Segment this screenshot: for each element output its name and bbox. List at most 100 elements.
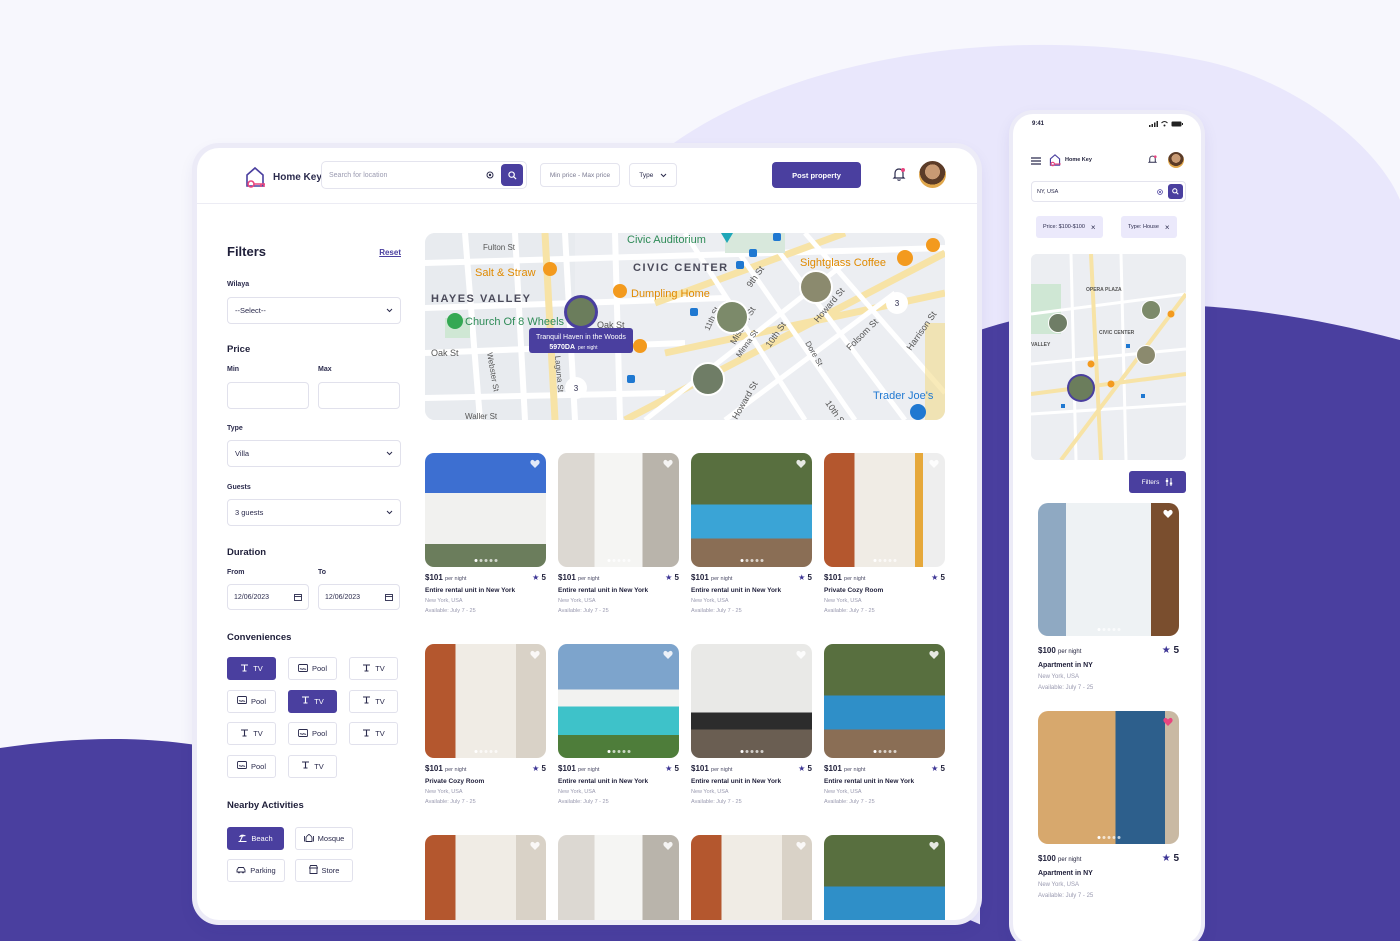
listing-card[interactable]: $101 per night ★ 5 Entire rental unit in N… [425, 453, 546, 614]
type-select[interactable]: Villa [227, 440, 401, 467]
listing-card[interactable]: $101 per night ★ 5 Entire rental unit in N… [558, 644, 679, 805]
listing-card[interactable]: $101 per night ★ 5 Private Cozy Room New Yo… [425, 644, 546, 805]
heart-icon[interactable] [663, 459, 673, 469]
listing-title[interactable]: Entire rental unit in New York [691, 587, 812, 594]
notification-bell-icon[interactable] [1147, 154, 1158, 165]
convenience-chip-tv[interactable]: TV [288, 689, 337, 713]
listing-title[interactable]: Private Cozy Room [425, 778, 546, 785]
listing-photo[interactable] [425, 644, 546, 758]
heart-icon[interactable] [1163, 717, 1173, 727]
listing-card[interactable]: $101 per night ★ 5 Entire rental unit in N… [691, 453, 812, 614]
listing-card[interactable] [824, 835, 945, 920]
listing-title[interactable]: Entire rental unit in New York [558, 587, 679, 594]
activity-chip-mosque[interactable]: Mosque [295, 827, 353, 850]
close-icon[interactable]: × [1091, 223, 1096, 232]
mobile-filters-button[interactable]: Filters [1129, 471, 1186, 493]
max-price-input[interactable] [318, 382, 400, 409]
convenience-chip-tv[interactable]: TV [349, 689, 398, 713]
convenience-chip-tv[interactable]: TV [288, 754, 337, 778]
map-pin-store-icon[interactable] [910, 404, 926, 420]
listing-photo[interactable] [558, 644, 679, 758]
convenience-chip-tv[interactable]: TV [349, 657, 398, 680]
search-button[interactable] [501, 164, 523, 186]
listing-photo[interactable] [824, 453, 945, 567]
user-avatar[interactable] [919, 161, 946, 188]
listing-photo[interactable] [558, 835, 679, 920]
listing-card[interactable]: $101 per night ★ 5 Entire rental unit in N… [691, 644, 812, 805]
activity-chip-store[interactable]: Store [295, 859, 353, 882]
convenience-chip-pool[interactable]: Pool [227, 754, 276, 778]
map-pin-church-icon[interactable] [447, 313, 463, 329]
price-filter-tag[interactable]: Price: $100-$100 × [1036, 216, 1103, 238]
listing-photo[interactable] [691, 644, 812, 758]
listing-card[interactable]: $101 per night ★ 5 Entire rental unit in N… [558, 453, 679, 614]
convenience-chip-pool[interactable]: Pool [288, 722, 337, 745]
listing-photo[interactable] [824, 644, 945, 758]
mobile-listing-title[interactable]: Apartment in NY [1038, 662, 1179, 669]
heart-icon[interactable] [929, 841, 939, 851]
wilaya-select[interactable]: --Select-- [227, 297, 401, 324]
listing-photo[interactable] [425, 453, 546, 567]
photo-carousel-dots[interactable] [607, 559, 630, 562]
convenience-chip-tv[interactable]: TV [349, 722, 398, 745]
mobile-user-avatar[interactable] [1168, 152, 1184, 168]
photo-carousel-dots[interactable] [740, 559, 763, 562]
property-map[interactable]: Civic Auditorium CIVIC CENTER HAYES VALL… [425, 233, 945, 420]
listing-title[interactable]: Entire rental unit in New York [824, 778, 945, 785]
convenience-chip-tv[interactable]: TV [227, 722, 276, 745]
photo-carousel-dots[interactable] [873, 750, 896, 753]
heart-icon[interactable] [796, 650, 806, 660]
listing-photo[interactable] [558, 453, 679, 567]
activity-chip-parking[interactable]: Parking [227, 859, 285, 882]
photo-carousel-dots[interactable] [873, 559, 896, 562]
locate-icon[interactable] [1156, 188, 1164, 196]
price-range-filter[interactable]: Min price - Max price [540, 163, 620, 187]
listing-title[interactable]: Entire rental unit in New York [691, 778, 812, 785]
heart-icon[interactable] [663, 841, 673, 851]
mobile-search-button[interactable] [1168, 184, 1183, 199]
from-date-input[interactable]: 12/06/2023 [227, 584, 309, 610]
listing-card[interactable] [425, 835, 546, 920]
listing-title[interactable]: Entire rental unit in New York [558, 778, 679, 785]
heart-icon[interactable] [796, 459, 806, 469]
reset-link[interactable]: Reset [379, 248, 401, 257]
heart-icon[interactable] [530, 650, 540, 660]
heart-icon[interactable] [929, 650, 939, 660]
listing-card[interactable]: $101 per night ★ 5 Entire rental unit in N… [824, 644, 945, 805]
listing-photo[interactable] [425, 835, 546, 920]
listing-photo[interactable] [824, 835, 945, 920]
photo-carousel-dots[interactable] [607, 750, 630, 753]
activity-chip-beach[interactable]: Beach [227, 827, 284, 850]
menu-icon[interactable] [1031, 157, 1041, 165]
photo-carousel-dots[interactable] [740, 750, 763, 753]
listing-title[interactable]: Entire rental unit in New York [425, 587, 546, 594]
guests-select[interactable]: 3 guests [227, 499, 401, 526]
min-price-input[interactable] [227, 382, 309, 409]
heart-icon[interactable] [530, 841, 540, 851]
convenience-chip-tv[interactable]: TV [227, 657, 276, 680]
heart-icon[interactable] [663, 650, 673, 660]
mobile-listing-title[interactable]: Apartment in NY [1038, 870, 1179, 877]
photo-carousel-dots[interactable] [1097, 836, 1120, 839]
mobile-listing-photo[interactable] [1038, 503, 1179, 636]
locate-icon[interactable] [485, 170, 495, 180]
convenience-chip-pool[interactable]: Pool [288, 657, 337, 680]
heart-icon[interactable] [929, 459, 939, 469]
heart-icon[interactable] [796, 841, 806, 851]
listing-card[interactable] [558, 835, 679, 920]
type-dropdown[interactable]: Type [629, 163, 677, 187]
mobile-location-search[interactable]: NY, USA [1031, 181, 1186, 202]
photo-carousel-dots[interactable] [1097, 628, 1120, 631]
listing-card[interactable]: $101 per night ★ 5 Private Cozy Room New Yo… [824, 453, 945, 614]
notification-bell-icon[interactable] [891, 166, 907, 182]
mobile-search-input[interactable]: NY, USA [1037, 189, 1156, 195]
post-property-button[interactable]: Post property [772, 162, 861, 188]
listing-photo[interactable] [691, 835, 812, 920]
heart-icon[interactable] [530, 459, 540, 469]
listing-card[interactable] [691, 835, 812, 920]
mobile-logo[interactable]: Home Key [1047, 151, 1092, 169]
type-filter-tag[interactable]: Type: House × [1121, 216, 1177, 238]
heart-icon[interactable] [1163, 509, 1173, 519]
to-date-input[interactable]: 12/06/2023 [318, 584, 400, 610]
location-search[interactable]: Search for location [321, 161, 527, 189]
